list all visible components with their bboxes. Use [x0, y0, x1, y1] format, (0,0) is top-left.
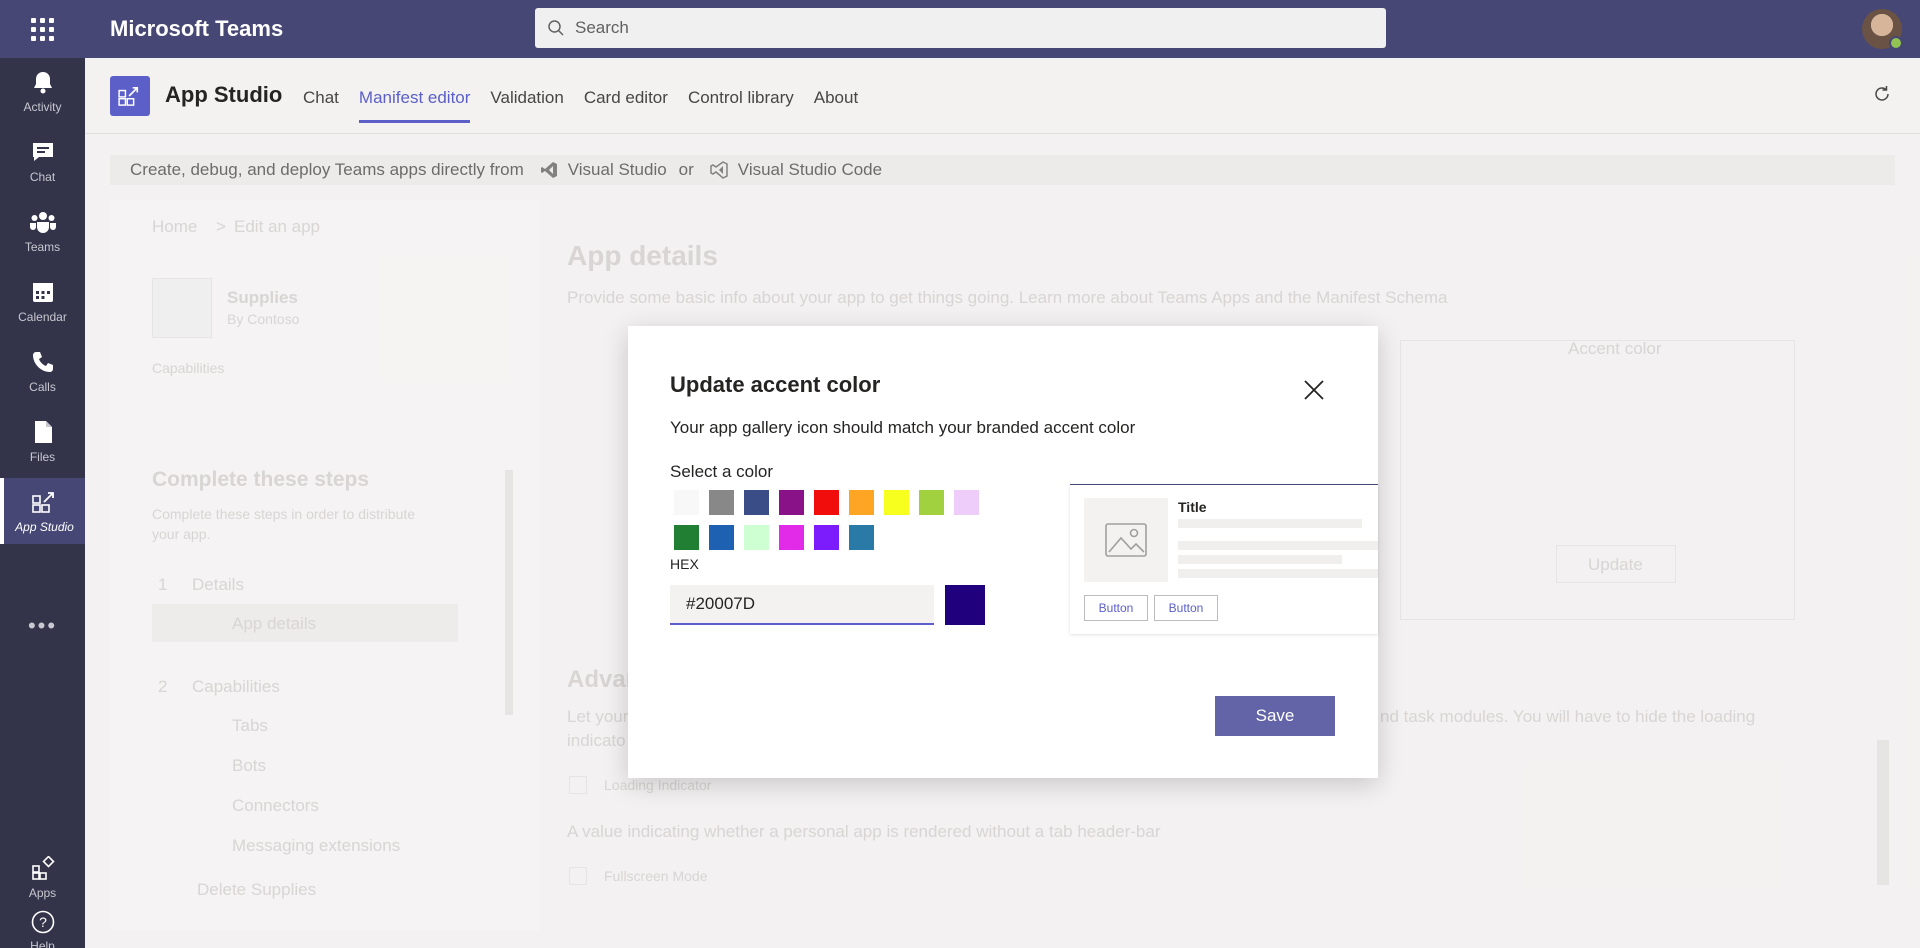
color-swatch[interactable]: [709, 525, 734, 550]
rail-item-chat[interactable]: Chat: [0, 128, 85, 194]
color-swatch[interactable]: [674, 525, 699, 550]
rail-item-label: Teams: [24, 239, 61, 254]
dialog-subtitle: Your app gallery icon should match your …: [670, 418, 1136, 437]
rail-item-label: Apps: [28, 885, 57, 900]
rail-item-apps[interactable]: Apps: [0, 844, 85, 910]
rail-item-label: App Studio: [15, 519, 74, 534]
save-button[interactable]: Save: [1215, 696, 1335, 736]
rail-item-teams[interactable]: Teams: [0, 198, 85, 264]
chat-icon: [30, 139, 56, 165]
hex-label: HEX: [670, 556, 699, 572]
rail-item-calendar[interactable]: Calendar: [0, 268, 85, 334]
tab-about[interactable]: About: [814, 88, 858, 123]
card-button-2: Button: [1154, 595, 1218, 621]
rail-item-label: Files: [29, 449, 56, 464]
calendar-icon: [30, 279, 56, 305]
rail-item-label: Chat: [29, 169, 56, 184]
app-studio-icon: [31, 489, 58, 515]
avatar[interactable]: [1862, 9, 1903, 50]
rail-item-label: Calls: [29, 379, 56, 394]
update-accent-color-dialog: Update accent color Your app gallery ico…: [628, 326, 1378, 778]
more-apps-button[interactable]: •••: [0, 613, 85, 639]
search-box[interactable]: Search: [535, 8, 1386, 48]
teams-icon: [29, 209, 56, 235]
svg-text:?: ?: [39, 914, 47, 930]
color-swatch[interactable]: [849, 490, 874, 515]
help-icon: ?: [30, 910, 56, 934]
close-button[interactable]: [1302, 378, 1326, 402]
color-swatch[interactable]: [919, 490, 944, 515]
close-icon: [1304, 380, 1324, 400]
color-swatch[interactable]: [744, 525, 769, 550]
waffle-icon: [31, 17, 54, 41]
card-title: Title: [1178, 499, 1207, 515]
hex-color-preview: [945, 585, 985, 625]
card-placeholder-line: [1178, 555, 1342, 564]
presence-available-icon: [1889, 36, 1903, 50]
rail-item-calls[interactable]: Calls: [0, 338, 85, 404]
tab-strip: Chat Manifest editor Validation Card edi…: [303, 88, 878, 123]
apps-icon: [30, 855, 56, 881]
rail-item-label: Help: [30, 938, 55, 948]
rail-item-files[interactable]: Files: [0, 408, 85, 474]
rail-item-app-studio[interactable]: App Studio: [0, 478, 85, 544]
tab-card-editor[interactable]: Card editor: [584, 88, 668, 123]
app-title: App Studio: [165, 82, 283, 107]
app-rail: Activity Chat Teams Calendar Calls Files…: [0, 58, 85, 948]
card-placeholder-line: [1178, 569, 1378, 578]
refresh-icon: [1875, 86, 1889, 101]
phone-icon: [30, 349, 56, 375]
card-button-1: Button: [1084, 595, 1148, 621]
select-color-label: Select a color: [670, 462, 773, 481]
search-icon: [548, 20, 564, 36]
app-name: Microsoft Teams: [110, 16, 284, 41]
hex-input[interactable]: [670, 585, 934, 625]
file-icon: [30, 419, 56, 445]
color-swatch[interactable]: [954, 490, 979, 515]
card-placeholder-line: [1178, 541, 1378, 550]
app-studio-logo-icon: [110, 76, 150, 116]
color-swatch[interactable]: [779, 490, 804, 515]
rail-item-help[interactable]: ? Help: [0, 910, 85, 948]
color-swatch-grid: [674, 490, 979, 550]
search-placeholder: Search: [575, 18, 629, 37]
rail-item-activity[interactable]: Activity: [0, 58, 85, 124]
color-swatch[interactable]: [744, 490, 769, 515]
rail-item-label: Activity: [23, 99, 62, 114]
tab-validation[interactable]: Validation: [490, 88, 563, 123]
tab-manifest-editor[interactable]: Manifest editor: [358, 88, 471, 123]
color-swatch[interactable]: [814, 525, 839, 550]
card-preview: Title Button Button: [1070, 484, 1378, 634]
bell-icon: [30, 69, 56, 95]
dialog-title: Update accent color: [670, 372, 881, 397]
image-placeholder-icon: [1084, 498, 1168, 582]
app-launcher-button[interactable]: [0, 0, 85, 58]
app-header: App Studio Chat Manifest editor Validati…: [85, 58, 1920, 134]
color-swatch[interactable]: [674, 490, 699, 515]
top-bar: Microsoft Teams Search: [0, 0, 1920, 58]
tab-control-library[interactable]: Control library: [688, 88, 794, 123]
color-swatch[interactable]: [709, 490, 734, 515]
rail-item-label: Calendar: [18, 309, 67, 324]
tab-chat[interactable]: Chat: [303, 88, 339, 123]
color-swatch[interactable]: [814, 490, 839, 515]
color-swatch[interactable]: [849, 525, 874, 550]
color-swatch[interactable]: [779, 525, 804, 550]
card-placeholder-line: [1178, 519, 1362, 528]
color-swatch[interactable]: [884, 490, 909, 515]
refresh-button[interactable]: [1872, 84, 1892, 109]
